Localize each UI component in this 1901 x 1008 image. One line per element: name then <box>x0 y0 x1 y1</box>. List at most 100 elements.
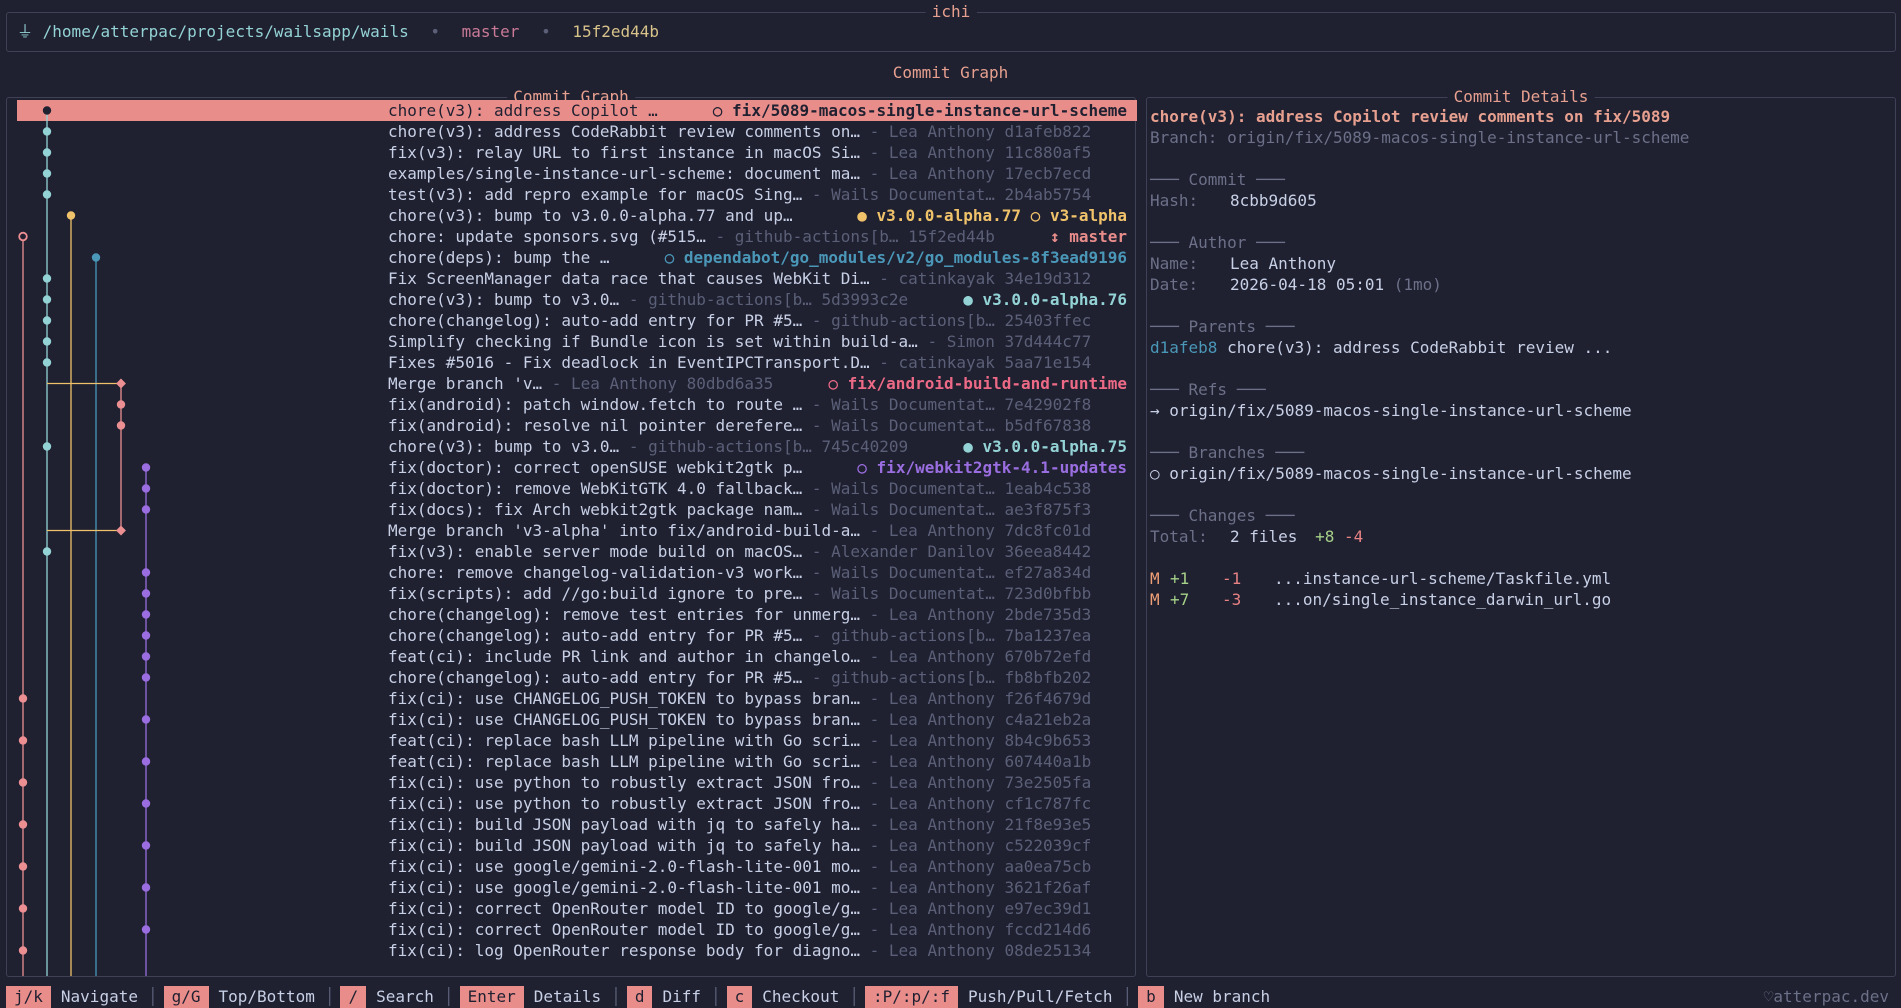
ref-label[interactable]: ○ fix/5089-macos-single-instance-url-sch… <box>713 100 1127 121</box>
total-label: Total: <box>1150 527 1208 546</box>
commit-message-cell: fix(ci): use CHANGELOG_PUSH_TOKEN to byp… <box>388 709 1091 730</box>
commit-author-hash: - Wails Documentat… 1eab4c538 <box>802 479 1092 498</box>
changed-file-row[interactable]: M +7 -3 ...on/single_instance_darwin_url… <box>1150 589 1611 610</box>
repo-info-bar: ichi ⏚ /home/atterpac/projects/wailsapp/… <box>6 2 1896 52</box>
commit-row[interactable]: examples/single-instance-url-scheme: doc… <box>17 163 1137 184</box>
commit-row[interactable]: feat(ci): replace bash LLM pipeline with… <box>17 730 1137 751</box>
commit-message: Simplify checking if Bundle icon is set … <box>388 332 918 351</box>
commit-row[interactable]: chore(v3): address CodeRabbit review com… <box>17 121 1137 142</box>
commit-message: fix(ci): log OpenRouter response body fo… <box>388 941 861 960</box>
current-branch[interactable]: master <box>462 22 520 41</box>
commit-row[interactable]: fix(v3): enable server mode build on mac… <box>17 541 1137 562</box>
commit-details-title: Commit Details <box>1447 87 1595 107</box>
commit-author-hash: - Wails Documentat… ae3f875f3 <box>802 500 1092 519</box>
commit-graph-panel[interactable]: Commit Graph chore(v3): address Copilot … <box>6 87 1137 977</box>
key-push-pull-fetch[interactable]: :P/:p/:f <box>864 986 959 1008</box>
commit-row[interactable]: fix(ci): use python to robustly extract … <box>17 772 1137 793</box>
commit-message-cell: chore(changelog): auto-add entry for PR … <box>388 310 1091 331</box>
commit-message-cell: fix(v3): enable server mode build on mac… <box>388 541 1091 562</box>
commit-row[interactable]: fix(android): patch window.fetch to rout… <box>17 394 1137 415</box>
commit-message: fix(android): patch window.fetch to rout… <box>388 395 803 414</box>
key-top-bottom[interactable]: g/G <box>163 986 209 1008</box>
commit-author-hash: - Wails Documentat… ef27a834d <box>802 563 1092 582</box>
commit-row[interactable]: feat(ci): include PR link and author in … <box>17 646 1137 667</box>
key-diff[interactable]: d <box>626 986 653 1008</box>
commit-row[interactable]: fix(ci): use google/gemini-2.0-flash-lit… <box>17 856 1137 877</box>
commit-author-hash: - Simon 37d444c77 <box>917 332 1092 351</box>
commit-author-hash: - Lea Anthony 7dc8fc01d <box>860 521 1092 540</box>
commit-message: chore: remove changelog-validation-v3 wo… <box>388 563 803 582</box>
commit-row[interactable]: fix(ci): correct OpenRouter model ID to … <box>17 898 1137 919</box>
ref-label[interactable]: ● v3.0.0-alpha.75 <box>963 436 1127 457</box>
commit-author-hash: - github-actions[b… 15f2ed44b <box>705 227 995 246</box>
commit-message-cell: Fix ScreenManager data race that causes … <box>388 268 1091 289</box>
commit-row[interactable]: feat(ci): replace bash LLM pipeline with… <box>17 751 1137 772</box>
author-name: Lea Anthony <box>1230 254 1336 273</box>
ref-label[interactable]: ● v3.0.0-alpha.77 ○ v3-alpha <box>857 205 1127 226</box>
commit-row[interactable]: fix(ci): use python to robustly extract … <box>17 793 1137 814</box>
commit-row[interactable]: fix(ci): build JSON payload with jq to s… <box>17 835 1137 856</box>
commit-row[interactable]: Fix ScreenManager data race that causes … <box>17 268 1137 289</box>
commit-row[interactable]: chore: update sponsors.svg (#515… - gith… <box>17 226 1137 247</box>
commit-row[interactable]: fix(scripts): add //go:build ignore to p… <box>17 583 1137 604</box>
changes-total-row: Total: 2 files +8 -4 <box>1150 526 1363 547</box>
commit-message: fix(v3): enable server mode build on mac… <box>388 542 803 561</box>
key-navigate[interactable]: j/k <box>6 986 51 1008</box>
commit-message: fix(ci): build JSON payload with jq to s… <box>388 815 861 834</box>
commit-row[interactable]: chore(changelog): auto-add entry for PR … <box>17 667 1137 688</box>
commit-row[interactable]: fix(android): resolve nil pointer derefe… <box>17 415 1137 436</box>
ref-label[interactable]: ○ fix/webkit2gtk-4.1-updates <box>857 457 1127 478</box>
head-hash: 15f2ed44b <box>572 22 660 41</box>
commit-message-cell: feat(ci): replace bash LLM pipeline with… <box>388 730 1091 751</box>
hash-value[interactable]: 8cbb9d605 <box>1230 190 1317 211</box>
commit-message-cell: test(v3): add repro example for macOS Si… <box>388 184 1091 205</box>
key-details[interactable]: Enter <box>459 986 524 1008</box>
file-status: M <box>1150 569 1160 588</box>
key-search[interactable]: / <box>340 986 367 1008</box>
ref-label[interactable]: ↕ master <box>1050 226 1127 247</box>
commit-row[interactable]: chore: remove changelog-validation-v3 wo… <box>17 562 1137 583</box>
commit-row[interactable]: chore(changelog): remove test entries fo… <box>17 604 1137 625</box>
commit-message: chore(changelog): remove test entries fo… <box>388 605 861 624</box>
commit-row[interactable]: fix(ci): use CHANGELOG_PUSH_TOKEN to byp… <box>17 709 1137 730</box>
commit-row[interactable]: test(v3): add repro example for macOS Si… <box>17 184 1137 205</box>
commit-row[interactable]: chore(v3): bump to v3.0… - github-action… <box>17 436 1137 457</box>
commit-row[interactable]: fix(doctor): remove WebKitGTK 4.0 fallba… <box>17 478 1137 499</box>
commit-row[interactable]: chore(v3): bump to v3.0… - github-action… <box>17 289 1137 310</box>
commit-row[interactable]: fix(ci): build JSON payload with jq to s… <box>17 814 1137 835</box>
commit-row[interactable]: chore(v3): bump to v3.0.0-alpha.77 and u… <box>17 205 1137 226</box>
commit-message-cell: chore(v3): bump to v3.0… - github-action… <box>388 289 908 310</box>
ref-label[interactable]: ● v3.0.0-alpha.76 <box>963 289 1127 310</box>
commit-message-cell: fix(ci): correct OpenRouter model ID to … <box>388 898 1091 919</box>
commit-row[interactable]: Fixes #5016 - Fix deadlock in EventIPCTr… <box>17 352 1137 373</box>
commit-row[interactable]: chore(deps): bump the … ○ dependabot/go_m… <box>17 247 1137 268</box>
ref-label[interactable]: ○ dependabot/go_modules/v2/go_modules-8f… <box>665 247 1127 268</box>
commit-row[interactable]: Merge branch 'v… - Lea Anthony 80dbd6a35… <box>17 373 1137 394</box>
key-checkout[interactable]: c <box>726 986 753 1008</box>
commit-row[interactable]: fix(ci): log OpenRouter response body fo… <box>17 940 1137 961</box>
commit-row[interactable]: fix(docs): fix Arch webkit2gtk package n… <box>17 499 1137 520</box>
commit-row[interactable]: fix(v3): relay URL to first instance in … <box>17 142 1137 163</box>
commit-row[interactable]: fix(ci): use CHANGELOG_PUSH_TOKEN to byp… <box>17 688 1137 709</box>
commit-row[interactable]: chore(changelog): auto-add entry for PR … <box>17 625 1137 646</box>
commit-author-hash: - Lea Anthony 11c880af5 <box>860 143 1092 162</box>
commit-message: Fixes #5016 - Fix deadlock in EventIPCTr… <box>388 353 870 372</box>
commit-row[interactable]: chore(changelog): auto-add entry for PR … <box>17 310 1137 331</box>
commit-row[interactable]: chore(v3): address Copilot … ○ fix/5089-m… <box>17 100 1137 121</box>
key-new-branch[interactable]: b <box>1138 986 1164 1008</box>
changed-file-row[interactable]: M +1 -1 ...instance-url-scheme/Taskfile.… <box>1150 568 1611 589</box>
commit-row[interactable]: fix(ci): use google/gemini-2.0-flash-lit… <box>17 877 1137 898</box>
commit-row[interactable]: Merge branch 'v3-alpha' into fix/android… <box>17 520 1137 541</box>
key-details-desc: Details <box>533 987 602 1006</box>
commit-row[interactable]: fix(ci): correct OpenRouter model ID to … <box>17 919 1137 940</box>
commit-message: Merge branch 'v… <box>388 374 543 393</box>
parent-hash[interactable]: d1afeb8 <box>1150 338 1217 357</box>
commit-row[interactable]: fix(doctor): correct openSUSE webkit2gtk… <box>17 457 1137 478</box>
commit-message: fix(ci): use google/gemini-2.0-flash-lit… <box>388 878 861 897</box>
parent-row[interactable]: d1afeb8 chore(v3): address CodeRabbit re… <box>1150 337 1612 358</box>
credit: ♡atterpac.dev <box>1764 986 1889 1008</box>
commit-author-hash: - Lea Anthony e97ec39d1 <box>860 899 1092 918</box>
ref-label[interactable]: ○ fix/android-build-and-runtime <box>828 373 1127 394</box>
separator: │ <box>849 987 859 1006</box>
commit-row[interactable]: Simplify checking if Bundle icon is set … <box>17 331 1137 352</box>
